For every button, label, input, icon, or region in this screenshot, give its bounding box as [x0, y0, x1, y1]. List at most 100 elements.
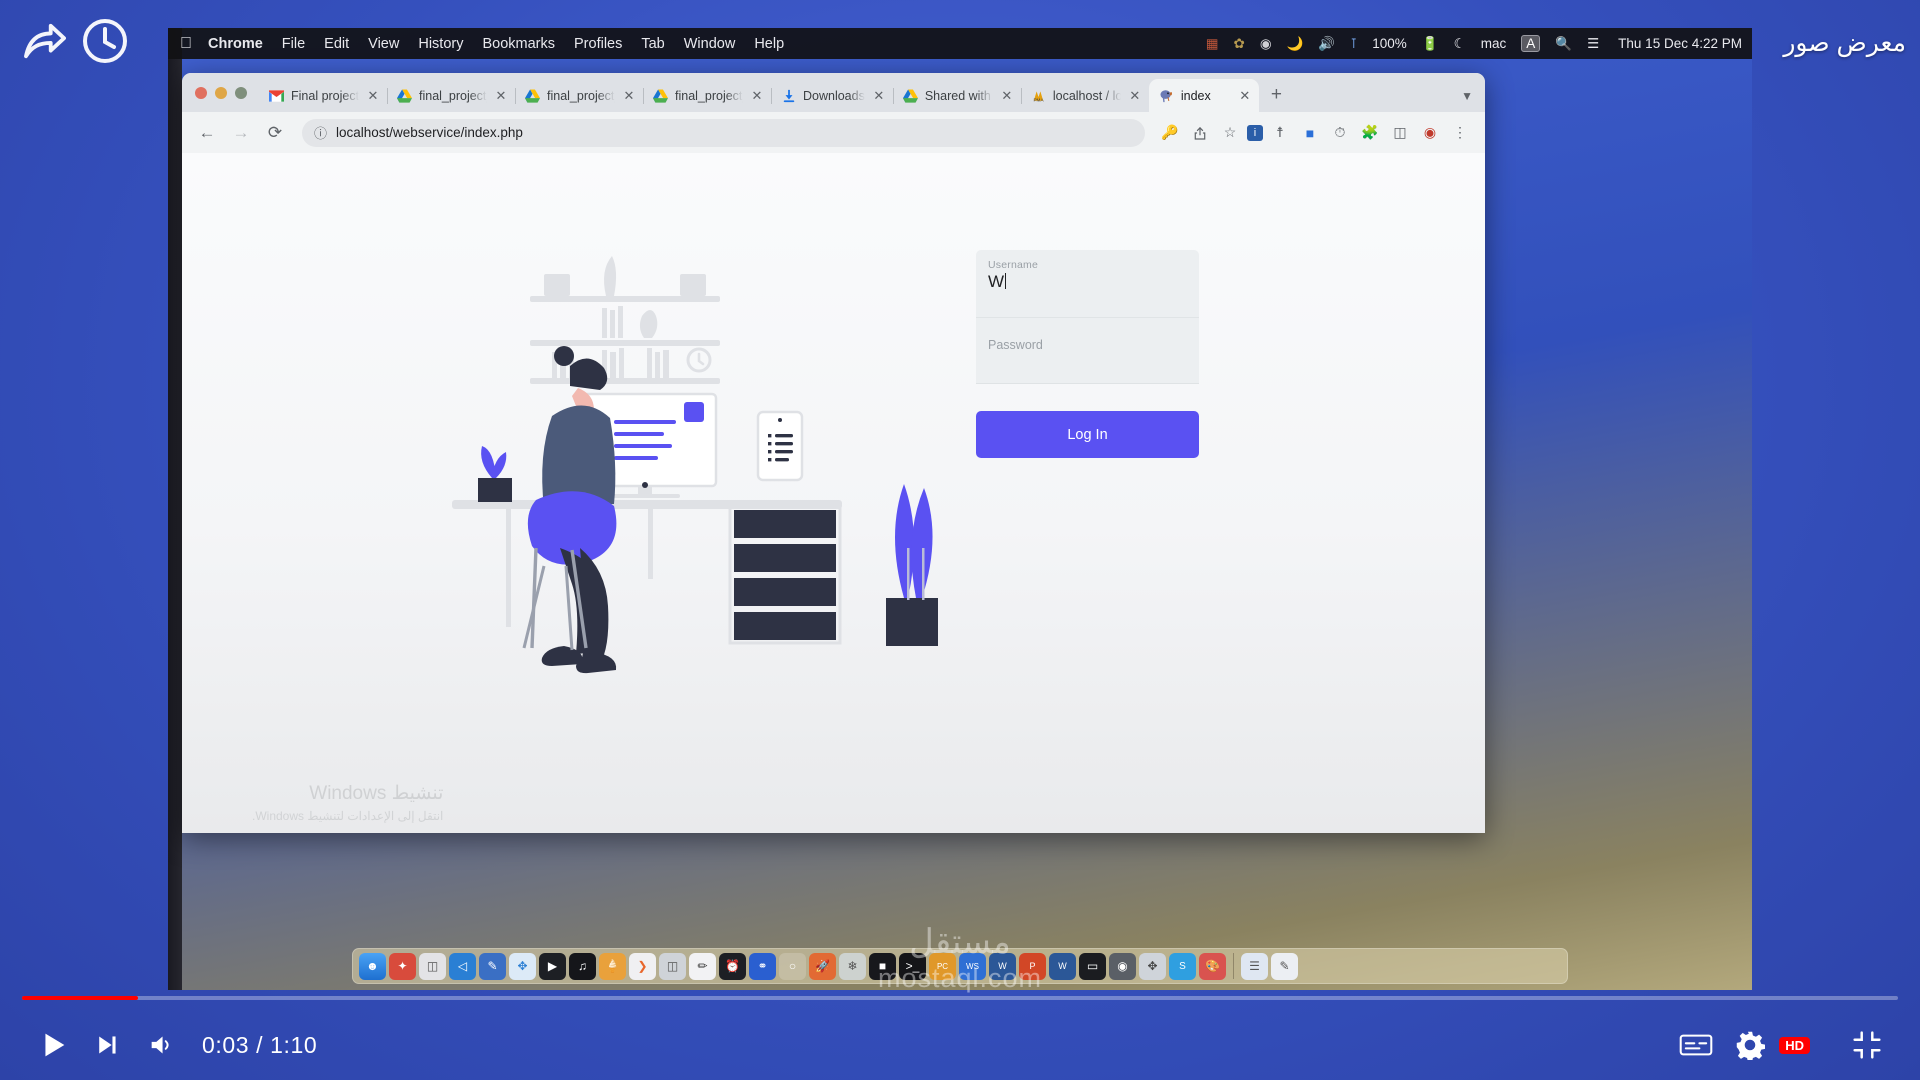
finder-icon[interactable]: ☻	[359, 952, 386, 980]
battery-charging-icon[interactable]: 🔋	[1422, 37, 1439, 51]
maximize-window-button[interactable]	[235, 86, 247, 99]
moon-icon[interactable]: 🌙	[1287, 37, 1304, 51]
word-doc-icon[interactable]: W	[1049, 952, 1076, 980]
search-icon[interactable]: 🔍	[1555, 37, 1572, 51]
browser-tab-index[interactable]: index ✕	[1148, 79, 1259, 112]
control-center-icon[interactable]: ☰	[1587, 37, 1599, 51]
exit-fullscreen-icon[interactable]	[1840, 1018, 1894, 1072]
close-window-button[interactable]	[195, 86, 207, 99]
siri-icon[interactable]: ✦	[389, 952, 416, 980]
postman-icon[interactable]: 🚀	[809, 952, 836, 980]
address-bar[interactable]: ⓘ localhost/webservice/index.php	[302, 118, 1145, 147]
extension-clock-icon[interactable]: ⏱	[1327, 119, 1353, 147]
next-track-icon[interactable]	[80, 1018, 134, 1072]
compass-icon[interactable]: ✥	[1139, 952, 1166, 980]
info-circle-icon[interactable]: ⓘ	[314, 123, 327, 142]
forward-button[interactable]: →	[226, 118, 256, 148]
new-tab-button[interactable]: +	[1259, 84, 1292, 112]
browser-tab-drive-3[interactable]: final_project_w ✕	[643, 79, 772, 112]
username-field[interactable]: Username W	[976, 250, 1199, 317]
ice-cream-icon[interactable]: 🍦	[599, 952, 626, 980]
username-input[interactable]: W	[988, 272, 1007, 292]
bookmark-star-icon[interactable]: ☆	[1217, 119, 1243, 147]
tab-close-icon[interactable]: ✕	[1000, 88, 1014, 104]
xcode-icon[interactable]: ✎	[479, 952, 506, 980]
menu-extra-palm-icon[interactable]: ✿	[1234, 36, 1245, 52]
tab-search-chevron-down-icon[interactable]: ▼	[1461, 89, 1473, 103]
menu-item-profiles[interactable]: Profiles	[574, 36, 622, 52]
spotify-icon[interactable]: ♫	[569, 952, 596, 980]
play-icon[interactable]	[26, 1018, 80, 1072]
menu-item-file[interactable]: File	[282, 36, 305, 52]
browser-tab-shared-with-me[interactable]: Shared with me ✕	[893, 79, 1022, 112]
camera-icon[interactable]: ◉	[1109, 952, 1136, 980]
launchpad-icon[interactable]: ◫	[419, 952, 446, 980]
word-icon[interactable]: W	[989, 952, 1016, 980]
tab-close-icon[interactable]: ✕	[622, 88, 636, 104]
video-progress-bar[interactable]	[22, 996, 1898, 1000]
photos-icon[interactable]: ❄	[839, 952, 866, 980]
login-button[interactable]: Log In	[976, 411, 1199, 458]
side-panel-icon[interactable]: ◫	[1387, 119, 1413, 147]
ws-icon[interactable]: WS	[959, 952, 986, 980]
minimize-window-button[interactable]	[215, 86, 227, 99]
password-field[interactable]: Password	[976, 317, 1199, 384]
browser-tab-phpmyadmin[interactable]: PMA localhost / loca ✕	[1021, 79, 1150, 112]
settings-gear-icon[interactable]	[1723, 1018, 1777, 1072]
menu-item-chrome[interactable]: Chrome	[208, 36, 263, 52]
volume-icon[interactable]	[134, 1018, 188, 1072]
powerpoint-icon[interactable]: P	[1019, 952, 1046, 980]
share-icon[interactable]	[22, 22, 68, 62]
tab-close-icon[interactable]: ✕	[872, 88, 886, 104]
tab-close-icon[interactable]: ✕	[1238, 88, 1252, 104]
pages-icon[interactable]: ✎	[1271, 952, 1298, 980]
share-icon[interactable]	[1187, 119, 1213, 147]
apple-menu-icon[interactable]: 	[180, 35, 192, 53]
menubar-clock[interactable]: Thu 15 Dec 4:22 PM	[1618, 36, 1742, 51]
dark-app-icon[interactable]: ■	[869, 952, 896, 980]
extension-puzzle-icon[interactable]: 🧩	[1357, 119, 1383, 147]
swift-icon[interactable]: ❯	[629, 952, 656, 980]
safari-icon[interactable]: ✥	[509, 952, 536, 980]
skype-icon[interactable]: S	[1169, 952, 1196, 980]
vscode-icon[interactable]: ◁	[449, 952, 476, 980]
menubar-user-label[interactable]: mac	[1481, 36, 1507, 51]
terminal-icon[interactable]: >_	[899, 952, 926, 980]
input-source-icon[interactable]: A	[1521, 35, 1541, 52]
extension-blue-icon[interactable]: ■	[1297, 119, 1323, 147]
browser-tab-gmail[interactable]: Final project - a ✕	[259, 79, 388, 112]
menu-item-edit[interactable]: Edit	[324, 36, 349, 52]
circle-icon[interactable]: ○	[779, 952, 806, 980]
notes-icon[interactable]: ☰	[1241, 952, 1268, 980]
menu-extra-app-red-icon[interactable]: ▦	[1206, 36, 1219, 52]
menu-item-view[interactable]: View	[368, 36, 399, 52]
menu-kebab-icon[interactable]: ⋮	[1447, 119, 1473, 147]
menu-item-help[interactable]: Help	[754, 36, 784, 52]
apple-watch-icon[interactable]: ⏰	[719, 952, 746, 980]
volume-icon[interactable]: 🔊	[1318, 37, 1335, 51]
bluetooth-icon[interactable]: ⊺	[1350, 37, 1357, 51]
reload-button[interactable]: ⟳	[260, 118, 290, 148]
quicktime-icon[interactable]: ▶	[539, 952, 566, 980]
tab-close-icon[interactable]: ✕	[750, 88, 764, 104]
gallery-icon[interactable]: 🎨	[1199, 952, 1226, 980]
subtitles-icon[interactable]	[1669, 1018, 1723, 1072]
menu-item-history[interactable]: History	[418, 36, 463, 52]
menu-item-bookmarks[interactable]: Bookmarks	[482, 36, 555, 52]
history-clock-icon[interactable]	[82, 18, 128, 64]
cast-icon[interactable]: ☨	[1267, 119, 1293, 147]
display-icon[interactable]: ▭	[1079, 952, 1106, 980]
browser-tab-drive-1[interactable]: final_project_w ✕	[387, 79, 516, 112]
firefox-icon[interactable]: ⚭	[749, 952, 776, 980]
extension-info-icon[interactable]: i	[1247, 124, 1263, 141]
pc-icon[interactable]: PC	[929, 952, 956, 980]
quality-hd-badge[interactable]: HD	[1779, 1036, 1810, 1054]
tab-close-icon[interactable]: ✕	[1128, 88, 1142, 104]
pen-icon[interactable]: ✏	[689, 952, 716, 980]
mysql-icon[interactable]: ◫	[659, 952, 686, 980]
profile-avatar-icon[interactable]: ◉	[1417, 119, 1443, 147]
menu-item-tab[interactable]: Tab	[641, 36, 664, 52]
wifi-icon[interactable]: ☾	[1454, 37, 1466, 51]
menu-item-window[interactable]: Window	[684, 36, 736, 52]
browser-tab-downloads[interactable]: Downloads ✕	[771, 79, 894, 112]
